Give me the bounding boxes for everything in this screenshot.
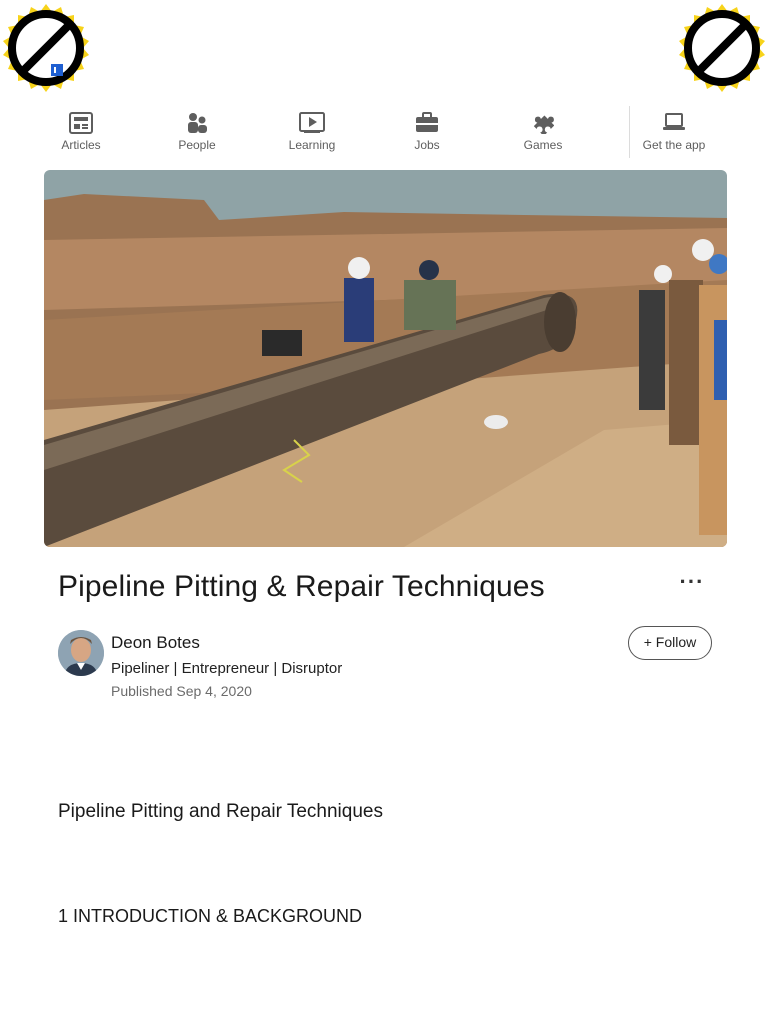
nav-item-games[interactable]: Games: [488, 106, 598, 152]
section-heading: 1 INTRODUCTION & BACKGROUND: [58, 906, 363, 926]
people-icon: [142, 106, 252, 136]
nav-item-people[interactable]: People: [142, 106, 252, 152]
nav-item-label: People: [178, 138, 216, 152]
nav-item-articles[interactable]: Articles: [26, 106, 136, 152]
published-date: Published Sep 4, 2020: [111, 683, 252, 699]
nav-item-label: Games: [523, 138, 563, 152]
article-subtitle: Pipeline Pitting and Repair Techniques: [58, 801, 383, 822]
follow-button[interactable]: + Follow: [628, 626, 712, 660]
more-options-button[interactable]: ···: [676, 571, 708, 600]
author-headline: Pipeliner | Entrepreneur | Disruptor: [111, 660, 343, 677]
games-icon: [488, 106, 598, 137]
learning-icon: [257, 106, 367, 136]
blocked-badge-icon: [676, 2, 768, 94]
article-cover-image: [44, 170, 727, 547]
nav-item-jobs[interactable]: Jobs: [372, 106, 482, 152]
nav-item-label: Get the app: [642, 138, 706, 152]
article-title: Pipeline Pitting & Repair Techniques: [58, 570, 545, 603]
nav-item-learning[interactable]: Learning: [257, 106, 367, 152]
avatar[interactable]: [58, 630, 104, 676]
nav-item-label: Learning: [288, 138, 336, 152]
laptop-icon: [619, 106, 729, 136]
author-name[interactable]: Deon Botes: [111, 633, 200, 653]
articles-icon: [26, 106, 136, 136]
nav-item-label: Jobs: [414, 138, 440, 152]
nav-item-label: Articles: [61, 138, 101, 152]
top-nav: Articles People Learning Jobs Games Get …: [0, 106, 768, 162]
nav-item-get-app[interactable]: Get the app: [619, 106, 729, 152]
jobs-icon: [372, 106, 482, 136]
blocked-badge-icon: [0, 2, 92, 94]
